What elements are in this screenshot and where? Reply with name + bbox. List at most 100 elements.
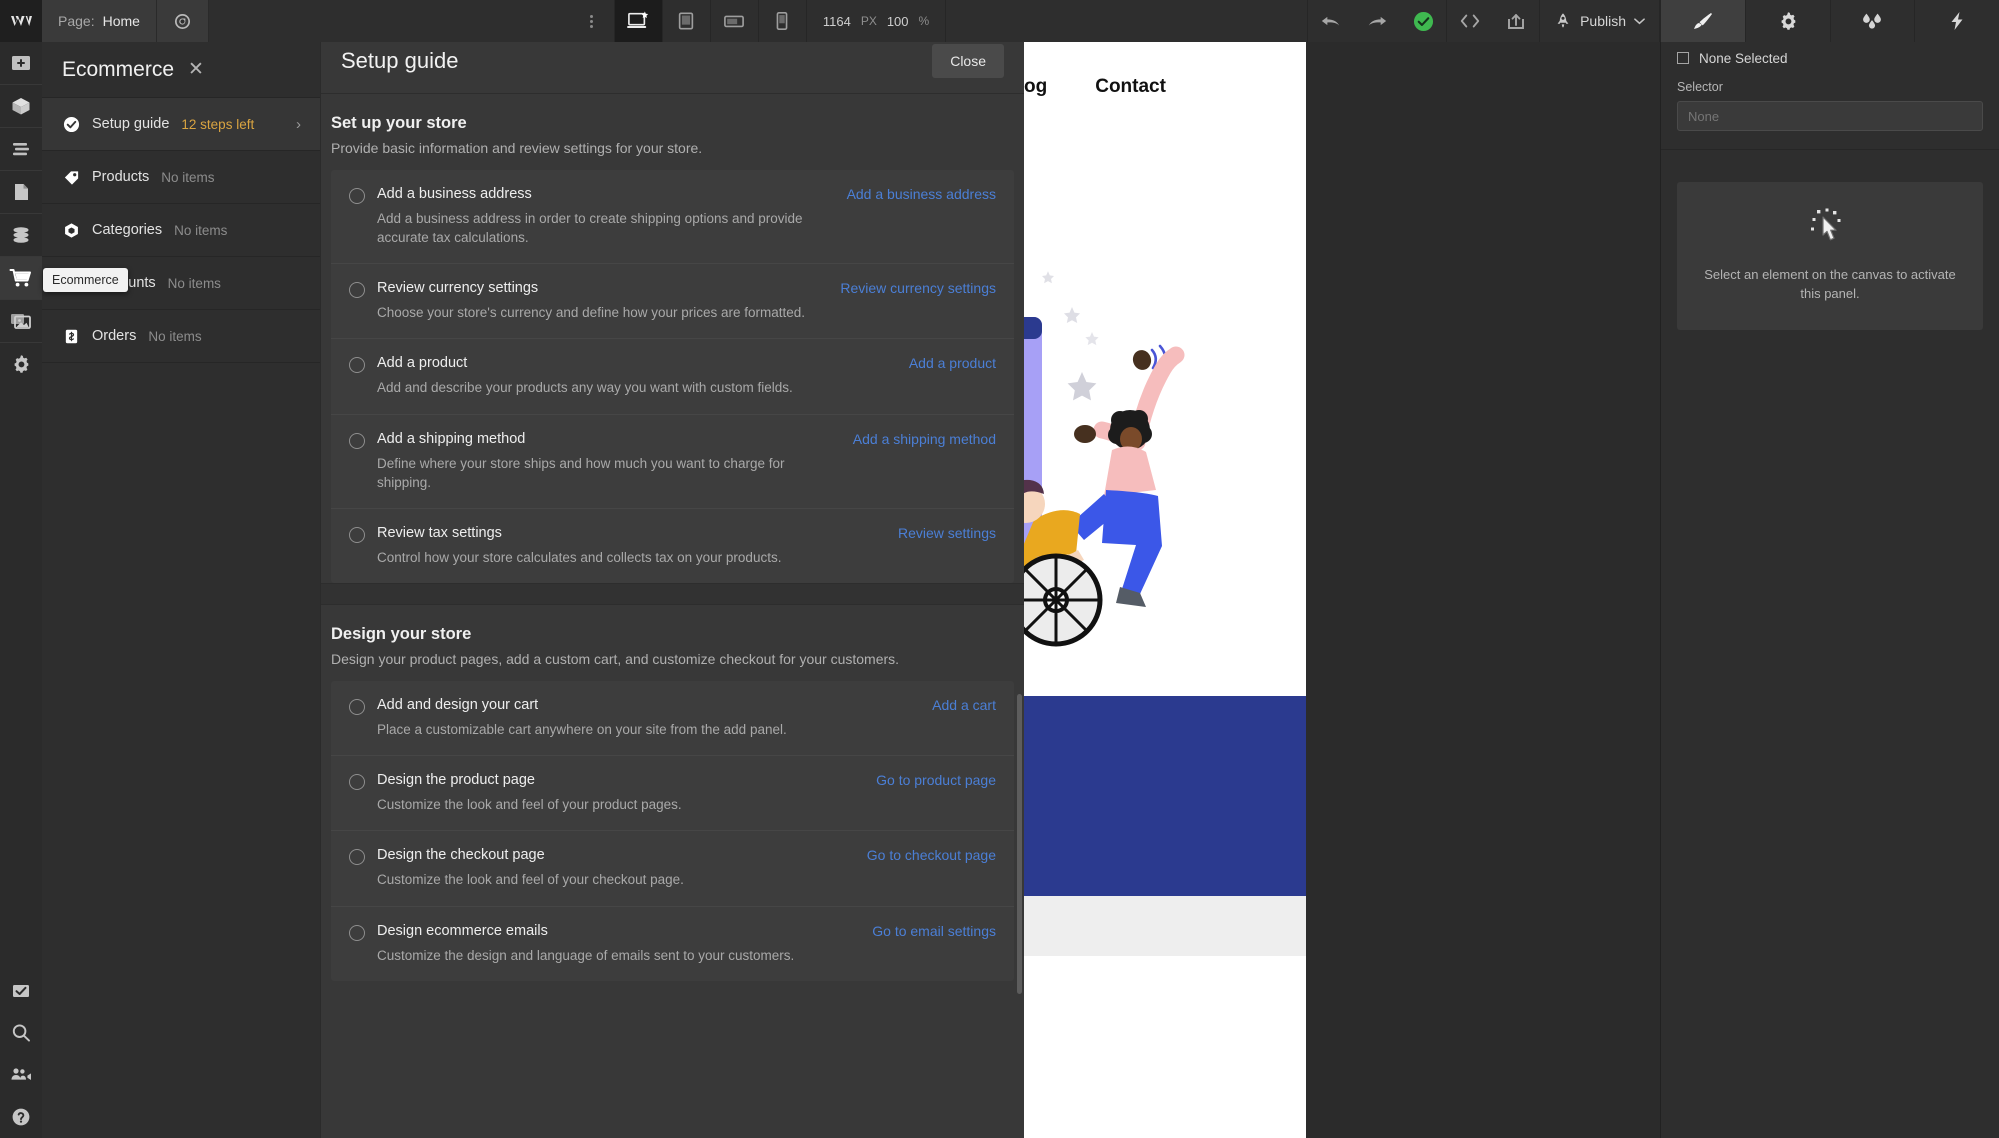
rail-item-cms[interactable]: [0, 214, 42, 256]
canvas-width-unit: PX: [860, 14, 877, 28]
publish-button[interactable]: Publish: [1539, 0, 1661, 42]
site-navbar: og Contact: [1024, 42, 1306, 132]
left-rail: [0, 42, 42, 1138]
rail-item-components[interactable]: [0, 85, 42, 127]
style-panel: None Selected Selector Select an element…: [1660, 42, 1999, 1138]
webflow-logo-button[interactable]: [0, 0, 42, 42]
rail-item-assets[interactable]: [0, 300, 42, 342]
task-complete-radio[interactable]: [349, 282, 365, 299]
task-description: Define where your store ships and how mu…: [377, 455, 785, 490]
saved-status-indicator[interactable]: [1400, 0, 1446, 42]
tag-icon: [62, 169, 80, 186]
guide-task-add-a-business-address[interactable]: Add a business address Add a business ad…: [331, 170, 1014, 265]
canvas-options-menu-button[interactable]: [570, 0, 614, 42]
rail-spacer: [0, 385, 42, 970]
task-title: Design ecommerce emails: [377, 922, 548, 939]
task-action-link[interactable]: Add a business address: [847, 186, 996, 202]
guide-task-design-ecommerce-emails[interactable]: Design ecommerce emails Customize the de…: [331, 907, 1014, 981]
guide-task-design-the-checkout-page[interactable]: Design the checkout page Customize the l…: [331, 831, 1014, 907]
rocket-icon: [1557, 13, 1569, 28]
task-complete-radio[interactable]: [349, 774, 365, 791]
guide-task-add-a-product[interactable]: Add a product Add and describe your prod…: [331, 339, 1014, 415]
task-action-link[interactable]: Add a shipping method: [853, 431, 996, 447]
rail-tooltip: Ecommerce: [43, 268, 128, 292]
rail-item-team[interactable]: [0, 1054, 42, 1096]
task-complete-radio[interactable]: [349, 526, 365, 543]
setup-guide-body[interactable]: Set up your store Provide basic informat…: [321, 94, 1024, 1138]
canvas-zoom-control[interactable]: 1164 PX 100 %: [805, 0, 947, 42]
top-toolbar: Page: Home 1164 PX 100 % Publish: [0, 0, 1999, 42]
guide-section-header: Design your store Design your product pa…: [321, 605, 1024, 681]
task-title: Add a product: [377, 355, 468, 372]
zoom-level-unit: %: [918, 14, 930, 28]
ecommerce-row-setup-guide[interactable]: Setup guide 12 steps left ›: [42, 98, 321, 151]
redo-button[interactable]: [1354, 0, 1400, 42]
rail-item-audit[interactable]: [0, 970, 42, 1012]
guide-task-add-a-shipping-method[interactable]: Add a shipping method Define where your …: [331, 415, 1014, 509]
breakpoint-desktop-button[interactable]: [613, 0, 662, 42]
task-action-link[interactable]: Go to product page: [876, 772, 996, 788]
selector-input[interactable]: [1677, 101, 1983, 131]
click-pointer-icon: [1811, 208, 1841, 241]
breakpoint-tablet-button[interactable]: [661, 0, 710, 42]
tab-interactions[interactable]: [1914, 0, 1999, 42]
task-content: Review tax settings Control how your sto…: [377, 525, 886, 567]
rail-item-search[interactable]: [0, 1012, 42, 1054]
setup-guide-scrollbar[interactable]: [1017, 694, 1022, 994]
guide-task-review-tax-settings[interactable]: Review tax settings Control how your sto…: [331, 509, 1014, 583]
share-button[interactable]: [1493, 0, 1539, 42]
breakpoint-mobile-landscape-button[interactable]: [709, 0, 758, 42]
kebab-menu-icon: [590, 13, 594, 30]
selector-label: Selector: [1677, 80, 1723, 94]
preview-toggle-button[interactable]: [156, 0, 209, 42]
ecommerce-row-meta: No items: [161, 169, 215, 185]
undo-button[interactable]: [1308, 0, 1354, 42]
task-action-link[interactable]: Add a cart: [932, 697, 996, 713]
view-code-button[interactable]: [1447, 0, 1493, 42]
setup-guide-close-button[interactable]: Close: [932, 44, 1004, 78]
task-complete-radio[interactable]: [349, 699, 365, 716]
ecommerce-row-orders[interactable]: Orders No items: [42, 310, 321, 363]
rail-item-ecommerce[interactable]: [0, 257, 42, 299]
rail-item-pages[interactable]: [0, 171, 42, 213]
right-panel-tabs: [1660, 0, 1999, 42]
ecommerce-row-categories[interactable]: Categories No items: [42, 204, 321, 257]
task-action-link[interactable]: Go to checkout page: [867, 847, 996, 863]
task-title: Design the checkout page: [377, 847, 545, 864]
site-preview-frame[interactable]: og Contact: [1024, 42, 1306, 1138]
task-action-link[interactable]: Add a product: [909, 355, 996, 371]
rail-item-settings[interactable]: [0, 343, 42, 385]
task-action-link[interactable]: Review settings: [898, 525, 996, 541]
guide-task-add-and-design-your-cart[interactable]: Add and design your cart Place a customi…: [331, 681, 1014, 757]
tab-style-manager[interactable]: [1829, 0, 1915, 42]
task-action-link[interactable]: Go to email settings: [872, 923, 996, 939]
rail-item-navigator[interactable]: [0, 128, 42, 170]
site-nav-item-blog[interactable]: og: [1024, 76, 1047, 98]
code-export-group: [1446, 0, 1539, 42]
rail-item-add[interactable]: [0, 42, 42, 84]
site-nav-item-contact[interactable]: Contact: [1095, 76, 1166, 98]
guide-task-review-currency-settings[interactable]: Review currency settings Choose your sto…: [331, 264, 1014, 340]
gear-icon: [1781, 12, 1795, 30]
task-complete-radio[interactable]: [349, 188, 365, 204]
close-x-icon[interactable]: ✕: [188, 60, 204, 79]
zoom-level-value: 100: [886, 13, 909, 29]
webflow-logo-icon: [11, 16, 32, 26]
water-drops-icon: [1863, 13, 1882, 29]
ecommerce-row-products[interactable]: Products No items: [42, 151, 321, 204]
rail-item-help[interactable]: [0, 1096, 42, 1138]
breakpoint-mobile-portrait-button[interactable]: [757, 0, 806, 42]
task-action-link[interactable]: Review currency settings: [840, 280, 996, 296]
task-description: Control how your store calculates and co…: [377, 549, 782, 565]
tab-settings[interactable]: [1744, 0, 1830, 42]
style-panel-empty-state: Select an element on the canvas to activ…: [1677, 182, 1983, 330]
guide-task-design-the-product-page[interactable]: Design the product page Customize the lo…: [331, 756, 1014, 832]
task-complete-radio[interactable]: [349, 357, 365, 374]
task-complete-radio[interactable]: [349, 432, 365, 449]
question-circle-icon: [12, 1108, 30, 1126]
task-content: Add a business address Add a business ad…: [377, 186, 835, 247]
tab-style[interactable]: [1660, 0, 1745, 42]
task-complete-radio[interactable]: [349, 924, 365, 941]
task-complete-radio[interactable]: [349, 849, 365, 866]
page-selector[interactable]: Page: Home: [42, 0, 157, 42]
